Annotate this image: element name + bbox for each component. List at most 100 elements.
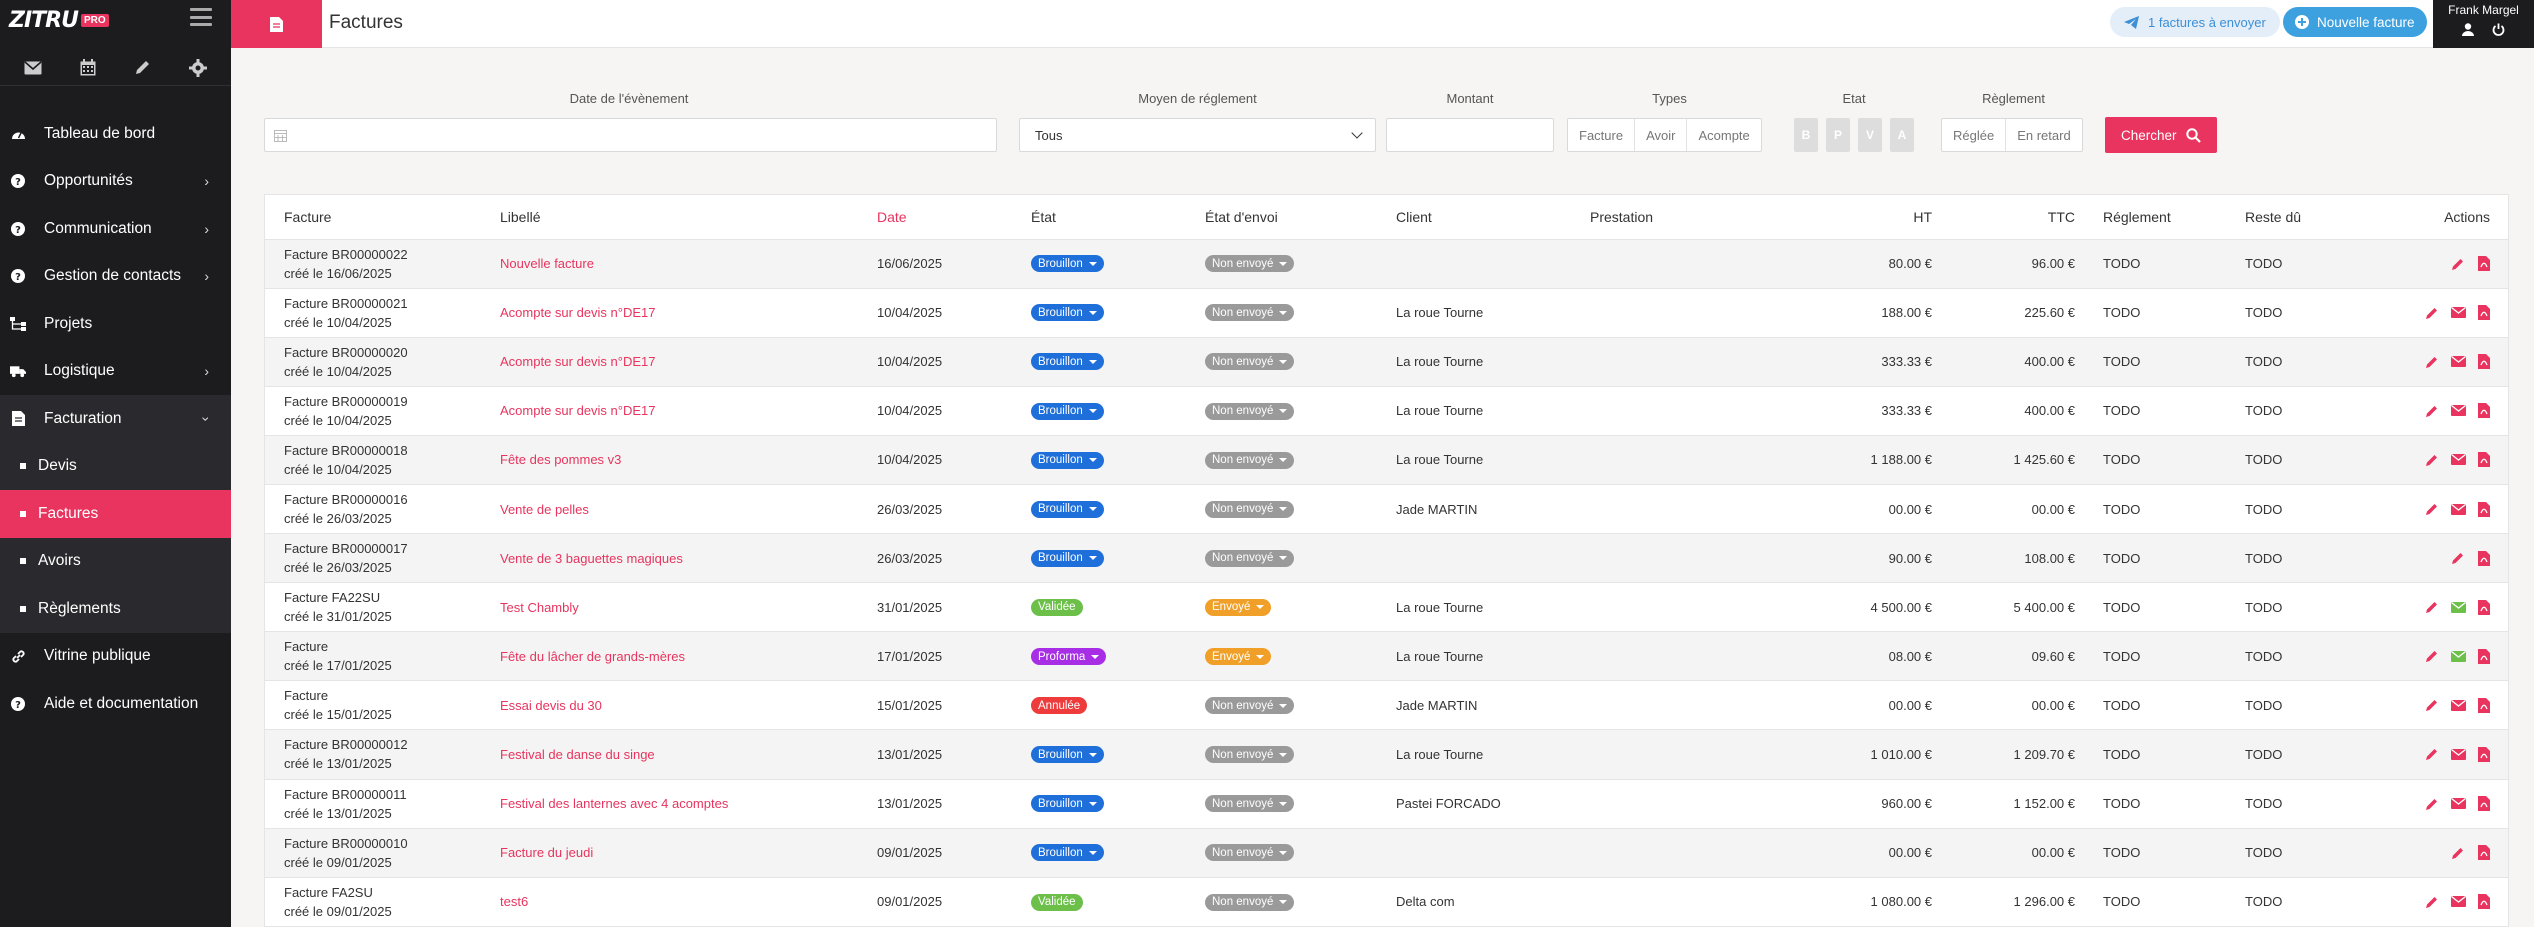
table-row[interactable]: Facture BR00000010 créé le 09/01/2025 Fa… xyxy=(265,828,2508,878)
edit-pencil-icon[interactable] xyxy=(2424,403,2440,419)
table-row[interactable]: Facture FA2SU créé le 09/01/2025 test6 0… xyxy=(265,877,2508,926)
pdf-file-icon[interactable] xyxy=(2476,305,2492,321)
edit-pencil-icon[interactable] xyxy=(2424,796,2440,812)
table-row[interactable]: Facture BR00000021 créé le 10/04/2025 Ac… xyxy=(265,288,2508,338)
column-header-client[interactable]: Client xyxy=(1388,195,1582,240)
edit-pencil-icon[interactable] xyxy=(2424,501,2440,517)
sidebar-item-gestion-de-contacts[interactable]: ? Gestion de contacts › xyxy=(0,253,231,301)
send-status-badge[interactable]: Envoyé xyxy=(1205,598,1272,616)
column-header-prestation[interactable]: Prestation xyxy=(1582,195,1726,240)
send-status-badge[interactable]: Non envoyé xyxy=(1205,549,1295,567)
invoice-label[interactable]: Festival de danse du singe xyxy=(492,730,869,779)
pdf-file-icon[interactable] xyxy=(2476,550,2492,566)
sidebar-item-opportunites[interactable]: ? Opportunités › xyxy=(0,158,231,206)
invoice-number-cell[interactable]: Facture FA22SU créé le 31/01/2025 xyxy=(265,583,492,632)
status-badge[interactable]: Brouillon xyxy=(1031,844,1104,862)
etat-brouillon-option[interactable]: B xyxy=(1794,118,1818,152)
send-mail-icon[interactable] xyxy=(2450,599,2466,615)
reglement-en-retard-option[interactable]: En retard xyxy=(2006,119,2081,151)
send-status-badge[interactable]: Non envoyé xyxy=(1205,402,1295,420)
etat-proforma-option[interactable]: P xyxy=(1826,118,1850,152)
sidebar-item-projets[interactable]: Projets xyxy=(0,300,231,348)
payment-method-select[interactable]: Tous xyxy=(1019,118,1376,152)
invoice-label[interactable]: Vente de pelles xyxy=(492,484,869,533)
edit-pencil-icon[interactable] xyxy=(2450,845,2466,861)
invoice-label[interactable]: Fête des pommes v3 xyxy=(492,435,869,484)
pdf-file-icon[interactable] xyxy=(2476,403,2492,419)
edit-pencil-icon[interactable] xyxy=(2424,452,2440,468)
invoice-number-cell[interactable]: Facture BR00000016 créé le 26/03/2025 xyxy=(265,484,492,533)
invoice-number-cell[interactable]: Facture BR00000011 créé le 13/01/2025 xyxy=(265,779,492,828)
sidebar-subitem-devis[interactable]: Devis xyxy=(0,443,231,491)
table-row[interactable]: Facture BR00000011 créé le 13/01/2025 Fe… xyxy=(265,779,2508,829)
status-badge[interactable]: Validée xyxy=(1031,893,1083,911)
send-status-badge[interactable]: Non envoyé xyxy=(1205,451,1295,469)
column-header-etat[interactable]: État xyxy=(1023,195,1197,240)
status-badge[interactable]: Brouillon xyxy=(1031,402,1104,420)
pdf-file-icon[interactable] xyxy=(2476,746,2492,762)
send-status-badge[interactable]: Non envoyé xyxy=(1205,353,1295,371)
column-header-etat-envoi[interactable]: État d'envoi xyxy=(1197,195,1388,240)
status-badge[interactable]: Brouillon xyxy=(1031,255,1104,273)
invoice-number-cell[interactable]: Facture BR00000018 créé le 10/04/2025 xyxy=(265,435,492,484)
table-row[interactable]: Facture BR00000017 créé le 26/03/2025 Ve… xyxy=(265,533,2508,583)
invoice-number-cell[interactable]: Facture créé le 17/01/2025 xyxy=(265,632,492,681)
date-filter-input[interactable] xyxy=(264,118,997,152)
reglement-reglee-option[interactable]: Réglée xyxy=(1942,119,2007,151)
column-header-reste-du[interactable]: Reste dû xyxy=(2237,195,2360,240)
invoice-number-cell[interactable]: Facture BR00000010 créé le 09/01/2025 xyxy=(265,828,492,877)
invoice-number-cell[interactable]: Facture créé le 15/01/2025 xyxy=(265,681,492,730)
edit-pencil-icon[interactable] xyxy=(2424,599,2440,615)
calendar-icon[interactable] xyxy=(77,57,99,79)
status-badge[interactable]: Brouillon xyxy=(1031,451,1104,469)
edit-pencil-icon[interactable] xyxy=(2450,550,2466,566)
pdf-file-icon[interactable] xyxy=(2476,599,2492,615)
pdf-file-icon[interactable] xyxy=(2476,501,2492,517)
status-badge[interactable]: Validée xyxy=(1031,598,1083,616)
edit-pencil-icon[interactable] xyxy=(2424,746,2440,762)
invoice-label[interactable]: Vente de 3 baguettes magiques xyxy=(492,534,869,583)
sidebar-subitem-reglements[interactable]: Règlements xyxy=(0,585,231,633)
send-status-badge[interactable]: Non envoyé xyxy=(1205,844,1295,862)
invoice-number-cell[interactable]: Facture BR00000019 créé le 10/04/2025 xyxy=(265,386,492,435)
new-invoice-button[interactable]: Nouvelle facture xyxy=(2283,7,2427,37)
invoice-label[interactable]: Acompte sur devis n°DE17 xyxy=(492,288,869,337)
invoice-number-cell[interactable]: Facture BR00000017 créé le 26/03/2025 xyxy=(265,534,492,583)
invoice-label[interactable]: Acompte sur devis n°DE17 xyxy=(492,386,869,435)
invoice-label[interactable]: Festival des lanternes avec 4 acomptes xyxy=(492,779,869,828)
sidebar-item-aide[interactable]: ? Aide et documentation xyxy=(0,680,231,728)
edit-pencil-icon[interactable] xyxy=(2424,697,2440,713)
user-icon[interactable] xyxy=(2462,23,2474,36)
sidebar-item-tableau-de-bord[interactable]: Tableau de bord xyxy=(0,110,231,158)
search-button[interactable]: Chercher xyxy=(2105,117,2217,153)
type-acompte-option[interactable]: Acompte xyxy=(1687,119,1760,151)
send-mail-icon[interactable] xyxy=(2450,452,2466,468)
invoice-label[interactable]: Nouvelle facture xyxy=(492,239,869,288)
table-row[interactable]: Facture BR00000020 créé le 10/04/2025 Ac… xyxy=(265,337,2508,387)
etat-validee-option[interactable]: V xyxy=(1858,118,1882,152)
pencil-icon[interactable] xyxy=(132,57,154,79)
power-icon[interactable] xyxy=(2492,23,2505,36)
status-badge[interactable]: Brouillon xyxy=(1031,304,1104,322)
sidebar-subitem-factures[interactable]: Factures xyxy=(0,490,231,538)
invoice-label[interactable]: Facture du jeudi xyxy=(492,828,869,877)
pdf-file-icon[interactable] xyxy=(2476,894,2492,910)
table-row[interactable]: Facture BR00000018 créé le 10/04/2025 Fê… xyxy=(265,435,2508,485)
send-status-badge[interactable]: Non envoyé xyxy=(1205,795,1295,813)
table-row[interactable]: Facture BR00000012 créé le 13/01/2025 Fe… xyxy=(265,729,2508,780)
send-mail-icon[interactable] xyxy=(2450,894,2466,910)
column-header-ttc[interactable]: TTC xyxy=(1940,195,2083,240)
sidebar-subitem-avoirs[interactable]: Avoirs xyxy=(0,538,231,586)
send-mail-icon[interactable] xyxy=(2450,354,2466,370)
type-facture-option[interactable]: Facture xyxy=(1568,119,1636,151)
edit-pencil-icon[interactable] xyxy=(2424,305,2440,321)
invoice-number-cell[interactable]: Facture BR00000020 créé le 10/04/2025 xyxy=(265,337,492,386)
invoice-number-cell[interactable]: Facture FA2SU créé le 09/01/2025 xyxy=(265,877,492,926)
status-badge[interactable]: Annulée xyxy=(1031,697,1088,715)
send-mail-icon[interactable] xyxy=(2450,305,2466,321)
send-status-badge[interactable]: Non envoyé xyxy=(1205,304,1295,322)
send-mail-icon[interactable] xyxy=(2450,501,2466,517)
table-row[interactable]: Facture FA22SU créé le 31/01/2025 Test C… xyxy=(265,583,2508,632)
invoice-number-cell[interactable]: Facture BR00000022 créé le 16/06/2025 xyxy=(265,239,492,288)
gear-icon[interactable] xyxy=(187,57,209,79)
